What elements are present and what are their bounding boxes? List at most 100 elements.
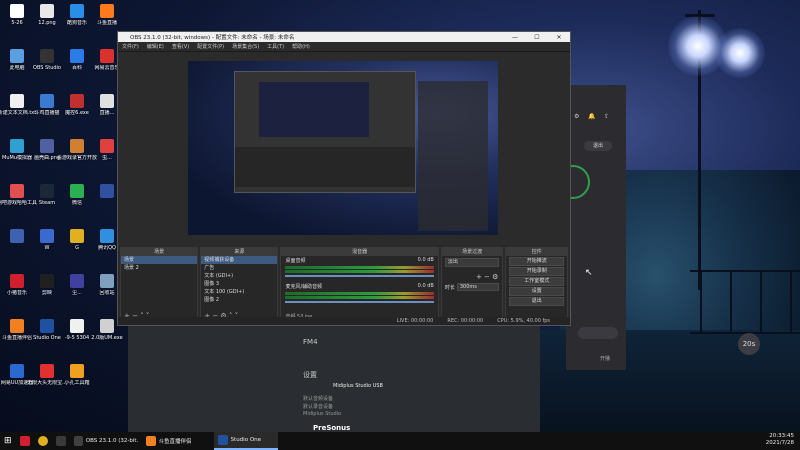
app-icon — [40, 274, 54, 288]
duration-label: 时长 — [444, 284, 455, 291]
menu-item[interactable]: 编辑(E) — [147, 43, 164, 50]
maximize-button[interactable]: ☐ — [526, 34, 548, 41]
source-item[interactable]: 视频捕获设备 — [201, 256, 278, 264]
s1-section-settings: 设置 — [303, 371, 317, 379]
taskbar-pinned-app[interactable] — [52, 432, 70, 450]
app-icon — [70, 4, 84, 18]
close-button[interactable]: ✕ — [548, 34, 570, 41]
exit-button[interactable]: 退出 — [584, 141, 612, 151]
app-icon — [10, 4, 24, 18]
start-button[interactable]: ⊞ — [0, 432, 16, 450]
volume-slider[interactable] — [285, 301, 434, 303]
s1-item[interactable]: 默认录音设备 — [303, 403, 333, 410]
menu-item[interactable]: 场景集合(S) — [232, 43, 259, 50]
app-icon — [100, 94, 114, 108]
minimize-button[interactable]: — — [504, 34, 526, 41]
taskbar-window-item[interactable]: Studio One — [213, 432, 278, 450]
app-icon — [70, 319, 84, 333]
app-icon — [10, 184, 24, 198]
share-icon[interactable]: ⇪ — [604, 113, 609, 120]
mixer-channel-name: 麦克风/辅助音频 — [285, 284, 323, 290]
app-icon — [10, 229, 24, 243]
taskbar-item-label: Studio One — [230, 437, 262, 443]
clock-date: 2021/7/28 — [765, 440, 794, 446]
desktop-icon-label: 2.0版UM.exe — [91, 335, 123, 341]
obs-preview-canvas[interactable] — [188, 61, 498, 235]
taskbar-window-item[interactable]: 斗鱼直播伴侣 — [142, 432, 214, 450]
nested-obs-preview — [234, 71, 416, 193]
volume-slider[interactable] — [285, 275, 434, 277]
lamp-glow-right — [715, 28, 765, 78]
app-icon — [70, 274, 84, 288]
scene-item[interactable]: 场景 2 — [121, 264, 197, 272]
app-icon — [10, 139, 24, 153]
app-icon — [40, 4, 54, 18]
wallpaper-fence — [690, 270, 800, 334]
duration-input[interactable]: 300ms — [456, 283, 500, 291]
scenes-header: 场景 — [121, 248, 198, 256]
control-button[interactable]: 设置 — [509, 287, 565, 296]
douyu-companion-panel[interactable]: ⚙ 🔔 ⇪ 退出 开播 — [556, 85, 626, 370]
app-icon — [100, 319, 114, 333]
obs-statusbar: LIVE: 00:00:00 REC: 00:00:00 CPU: 5.9%, … — [118, 317, 570, 325]
app-icon — [40, 139, 54, 153]
app-icon — [19, 436, 30, 446]
source-item[interactable]: 图像 3 — [201, 280, 277, 288]
app-icon — [70, 184, 84, 198]
app-icon — [10, 49, 24, 63]
obs-menubar: 文件(F) 编辑(E) 查看(V) 配置文件(P) 场景集合(S) 工具(T) 帮助(H) — [118, 42, 570, 52]
app-icon — [40, 364, 54, 378]
taskbar-window-item[interactable]: OBS 23.1.0 (32-bit... — [70, 432, 142, 450]
live-timer: LIVE: 00:00:00 — [396, 318, 434, 324]
control-button[interactable]: 工作室模式 — [509, 277, 565, 286]
bottom-label: 开播 — [600, 356, 611, 362]
app-icon — [100, 184, 114, 198]
taskbar-clock[interactable]: 20:33:45 2021/7/28 — [766, 433, 794, 447]
app-icon — [70, 94, 84, 108]
scene-item[interactable]: 场景 — [121, 256, 198, 264]
source-item[interactable]: 文本 100 (GDI+) — [201, 288, 277, 296]
s1-section-fm4: FM4 — [303, 338, 318, 346]
s1-item[interactable]: Midiplus Studio — [303, 411, 341, 417]
taskbar-item-label: 斗鱼直播伴侣 — [158, 439, 192, 445]
source-item[interactable]: 文本 (GDI+) — [201, 272, 277, 280]
s1-item[interactable]: 默认音频设备 — [303, 395, 333, 402]
obs-titlebar[interactable]: OBS 23.1.0 (32-bit, windows) - 配置文件: 未命名… — [118, 32, 570, 42]
transition-add-icon[interactable]: + − ⚙ — [442, 273, 503, 281]
source-item[interactable]: 广告 — [201, 264, 277, 272]
app-icon — [70, 229, 84, 243]
chrome-icon — [37, 436, 48, 446]
app-icon — [70, 364, 84, 378]
mixer-channel-name: 桌面音频 — [285, 258, 306, 264]
menu-item[interactable]: 文件(F) — [122, 43, 139, 50]
settings-icon[interactable]: ⚙ — [574, 113, 579, 120]
menu-item[interactable]: 帮助(H) — [292, 43, 310, 50]
desktop-icon[interactable]: 小孔工具箱 — [57, 364, 97, 386]
app-icon — [10, 274, 24, 288]
bell-icon[interactable]: 🔔 — [588, 113, 595, 120]
studio-one-window[interactable]: FM4 设置 Midiplus Studio USB 默认音频设备 默认录音设备… — [128, 318, 540, 432]
source-item[interactable]: 图像 2 — [201, 296, 277, 304]
menu-item[interactable]: 查看(V) — [172, 43, 189, 50]
audio-meter — [285, 292, 434, 295]
control-button[interactable]: 退出 — [509, 297, 565, 306]
control-button[interactable]: 开始推流 — [509, 257, 565, 266]
menu-item[interactable]: 配置文件(P) — [197, 43, 224, 50]
scenes-dock: 场景 场景 场景 2 + − ˄ ˅ — [120, 247, 199, 323]
obs-window[interactable]: OBS 23.1.0 (32-bit, windows) - 配置文件: 未命名… — [117, 31, 571, 326]
menu-item[interactable]: 工具(T) — [267, 43, 284, 50]
taskbar-item-label: OBS 23.1.0 (32-bit... — [85, 438, 138, 444]
control-button[interactable]: 开始录制 — [509, 267, 565, 276]
app-icon — [40, 184, 54, 198]
mixer-dock: 混音器 桌面音频 0.0 dB 麦克风/辅助音频 0.0 dB 音频 5/Lin… — [280, 247, 439, 323]
desktop-icon[interactable]: 斗鱼直播 — [87, 4, 127, 26]
start-live-pill[interactable] — [578, 327, 618, 339]
rec-timer: REC: 00:00:00 — [447, 318, 484, 324]
taskbar-pinned-app[interactable] — [16, 432, 34, 450]
app-icon — [100, 139, 114, 153]
transition-select[interactable]: 淡出 — [444, 258, 500, 267]
presonus-logo: PreSonus — [313, 424, 351, 432]
taskbar-pinned-app[interactable] — [34, 432, 52, 450]
nested-companion-panel — [418, 81, 488, 231]
desktop-icon-label: 微信 — [71, 200, 82, 206]
